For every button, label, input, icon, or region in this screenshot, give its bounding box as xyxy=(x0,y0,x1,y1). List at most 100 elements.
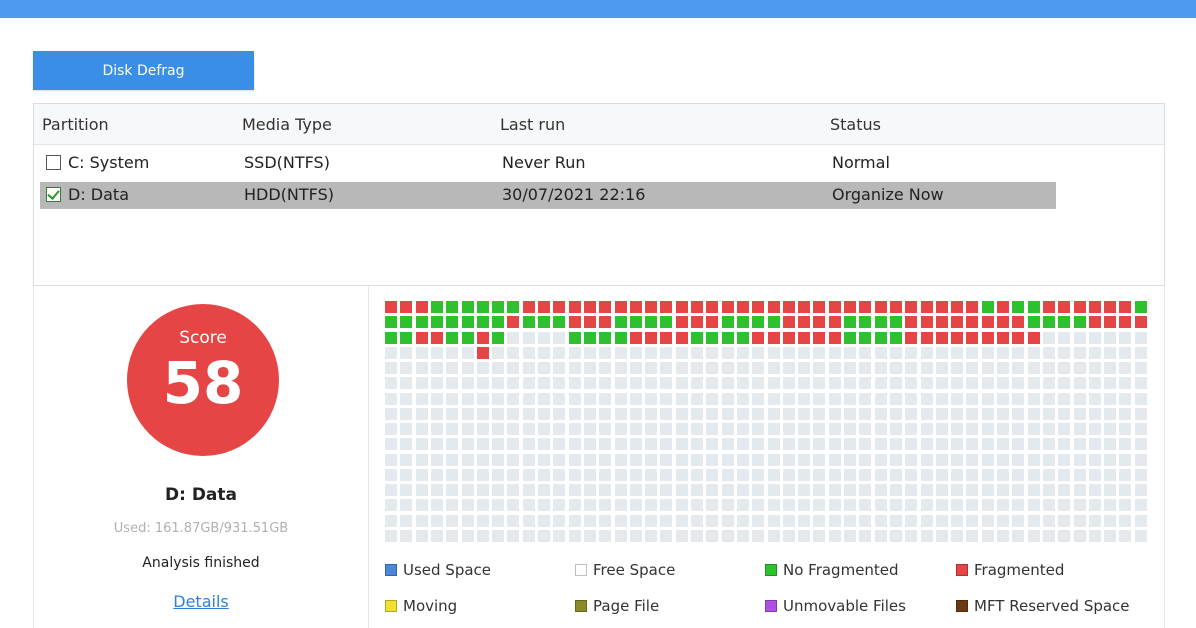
cluster-cell xyxy=(1088,301,1101,313)
cluster-cell xyxy=(1134,316,1147,329)
cluster-cell xyxy=(1119,529,1132,542)
header-status[interactable]: Status xyxy=(830,115,881,134)
cluster-cell xyxy=(736,514,749,527)
cluster-cell xyxy=(1073,331,1086,344)
cluster-cell xyxy=(476,423,489,435)
cluster-cell xyxy=(1058,438,1071,451)
cluster-cell xyxy=(553,468,566,481)
cluster-cell xyxy=(1058,331,1071,344)
cluster-cell xyxy=(859,423,872,435)
cluster-cell xyxy=(522,514,535,527)
cluster-cell xyxy=(568,423,581,435)
cluster-cell xyxy=(828,438,841,451)
cluster-cell xyxy=(997,453,1009,466)
cluster-cell xyxy=(461,529,474,542)
cluster-cell xyxy=(889,438,902,451)
used-space-text: Used: 161.87GB/931.51GB xyxy=(113,521,289,536)
table-row-c-system[interactable]: C: System SSD(NTFS) Never Run Normal xyxy=(40,150,1056,177)
row-checkbox-d[interactable] xyxy=(46,187,61,202)
cluster-cell xyxy=(1058,529,1071,542)
cluster-cell xyxy=(660,453,673,466)
cluster-cell xyxy=(813,529,826,542)
header-last-run[interactable]: Last run xyxy=(500,115,565,134)
cluster-cell xyxy=(997,346,1009,359)
cluster-cell xyxy=(507,362,520,374)
cluster-cell xyxy=(889,484,902,496)
cluster-cell xyxy=(844,499,856,512)
cluster-cell xyxy=(874,529,887,542)
cluster-cell xyxy=(691,362,703,374)
cluster-cell xyxy=(935,438,948,451)
cluster-cell xyxy=(430,514,443,527)
cluster-cell xyxy=(507,377,520,390)
cluster-cell xyxy=(1073,392,1086,405)
cluster-cell xyxy=(660,438,673,451)
cluster-cell xyxy=(675,423,688,435)
cluster-cell xyxy=(721,514,734,527)
row-status: Normal xyxy=(832,153,890,172)
cluster-cell xyxy=(1058,423,1071,435)
cluster-cell xyxy=(844,438,856,451)
cluster-cell xyxy=(492,377,505,390)
cluster-cell xyxy=(889,453,902,466)
cluster-cell xyxy=(553,301,566,313)
cluster-cell xyxy=(583,438,596,451)
header-partition[interactable]: Partition xyxy=(42,115,109,134)
cluster-cell xyxy=(706,499,719,512)
cluster-cell xyxy=(951,346,964,359)
cluster-cell xyxy=(798,529,811,542)
cluster-cell xyxy=(538,407,550,420)
cluster-cell xyxy=(461,301,474,313)
cluster-cell xyxy=(446,377,459,390)
cluster-cell xyxy=(935,484,948,496)
cluster-cell xyxy=(599,438,612,451)
cluster-cell xyxy=(1134,529,1147,542)
cluster-cell xyxy=(1012,407,1025,420)
cluster-cell xyxy=(522,423,535,435)
cluster-cell xyxy=(905,316,918,329)
cluster-cell xyxy=(859,362,872,374)
cluster-cell xyxy=(507,316,520,329)
row-media-type: HDD(NTFS) xyxy=(244,185,334,204)
cluster-cell xyxy=(1073,377,1086,390)
cluster-cell xyxy=(645,514,658,527)
row-checkbox-c[interactable] xyxy=(46,155,61,170)
legend-swatch xyxy=(575,564,587,576)
cluster-cell xyxy=(614,407,627,420)
cluster-cell xyxy=(981,438,994,451)
cluster-cell xyxy=(889,346,902,359)
cluster-cell xyxy=(798,514,811,527)
cluster-cell xyxy=(874,301,887,313)
disk-defrag-button[interactable]: Disk Defrag xyxy=(33,51,254,90)
cluster-cell xyxy=(844,362,856,374)
cluster-cell xyxy=(599,514,612,527)
cluster-cell xyxy=(736,331,749,344)
table-row-d-data[interactable]: D: Data HDD(NTFS) 30/07/2021 22:16 Organ… xyxy=(40,182,1056,209)
cluster-cell xyxy=(629,438,642,451)
legend-label: Moving xyxy=(403,597,458,615)
cluster-cell xyxy=(538,529,550,542)
cluster-cell xyxy=(981,423,994,435)
cluster-cell xyxy=(430,331,443,344)
details-link[interactable]: Details xyxy=(33,592,369,611)
cluster-cell xyxy=(385,529,397,542)
cluster-cell xyxy=(997,499,1009,512)
cluster-cell xyxy=(476,407,489,420)
cluster-cell xyxy=(553,362,566,374)
legend-swatch xyxy=(765,600,777,612)
header-media-type[interactable]: Media Type xyxy=(242,115,332,134)
cluster-cell xyxy=(385,453,397,466)
cluster-cell xyxy=(752,499,765,512)
cluster-cell xyxy=(997,423,1009,435)
cluster-cell xyxy=(874,484,887,496)
cluster-cell xyxy=(736,499,749,512)
cluster-cell xyxy=(1134,423,1147,435)
cluster-cell xyxy=(476,377,489,390)
cluster-cell xyxy=(691,331,703,344)
cluster-cell xyxy=(645,484,658,496)
cluster-cell xyxy=(874,392,887,405)
cluster-cell xyxy=(430,301,443,313)
cluster-cell xyxy=(951,484,964,496)
cluster-cell xyxy=(1012,331,1025,344)
cluster-cell xyxy=(1073,438,1086,451)
